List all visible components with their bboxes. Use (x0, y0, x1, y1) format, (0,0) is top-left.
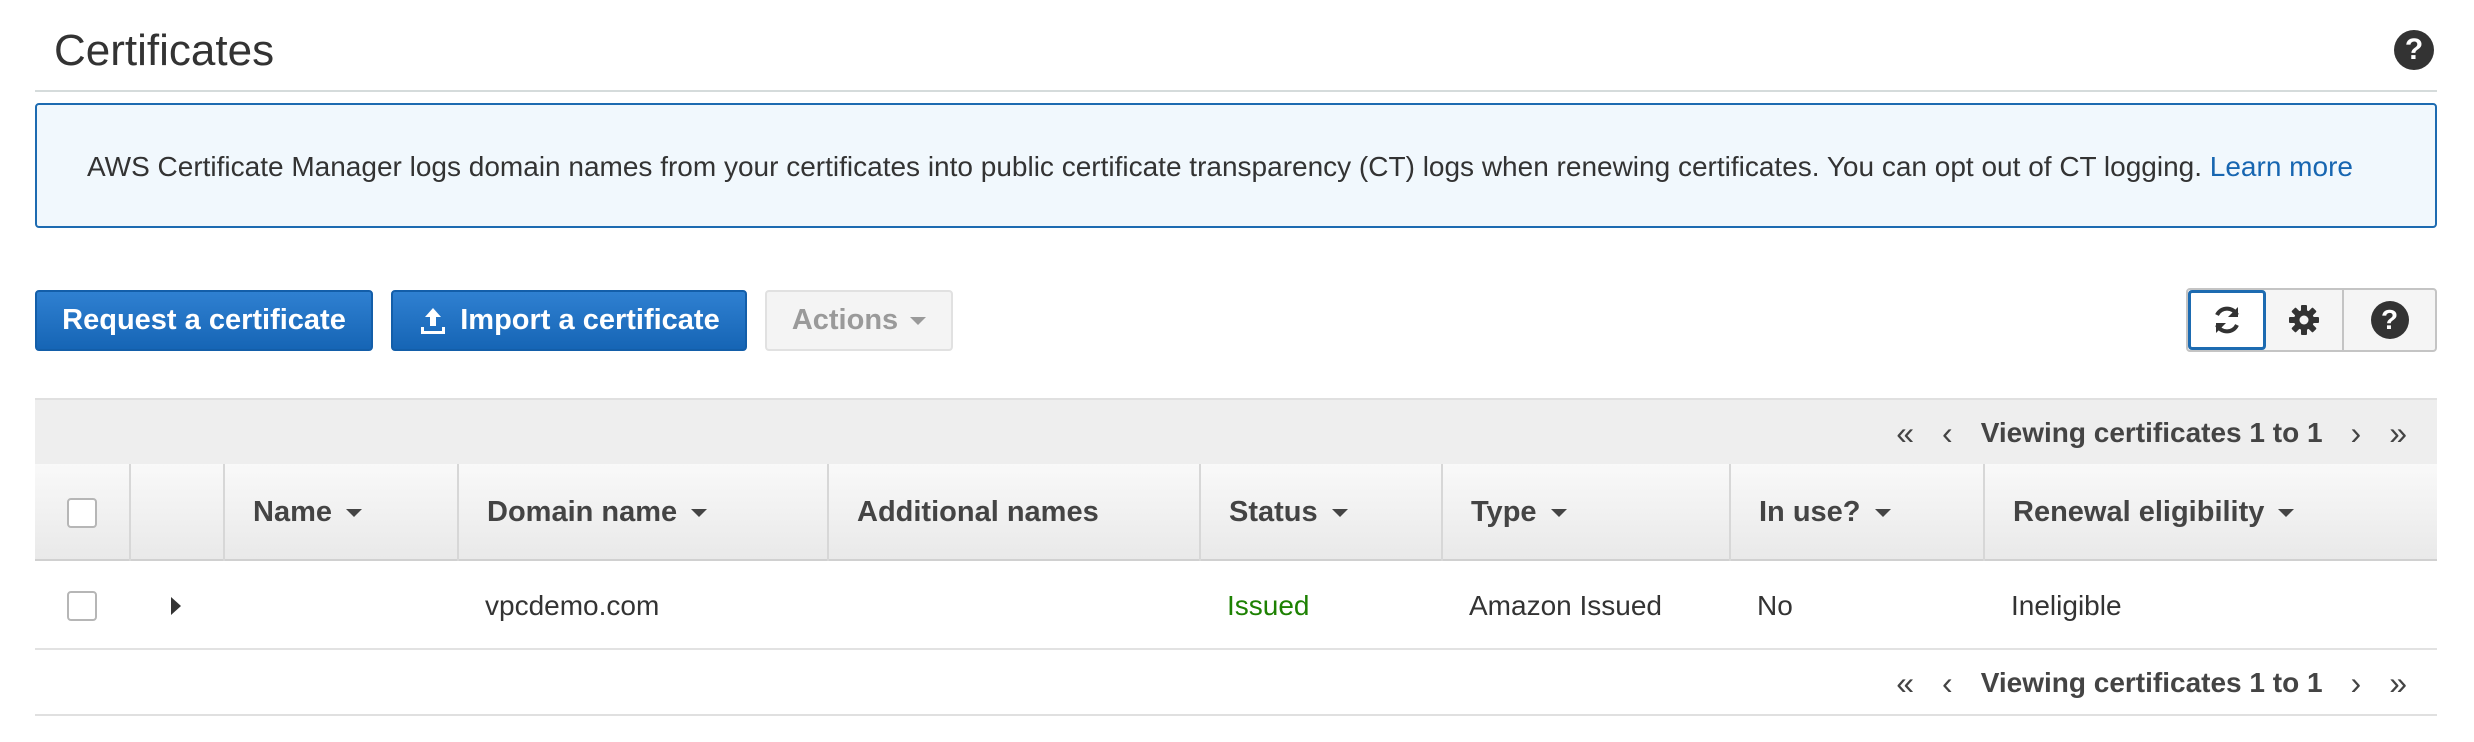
viewing-range: Viewing certificates 1 to 1 (1980, 667, 2323, 698)
column-label: Name (253, 496, 332, 528)
column-label: Additional names (857, 496, 1099, 528)
expand-row-icon[interactable] (171, 596, 181, 615)
column-domain-name[interactable]: Domain name (457, 464, 827, 561)
banner-message: AWS Certificate Manager logs domain name… (87, 151, 2353, 183)
first-page-icon[interactable]: « (1896, 415, 1914, 452)
column-label: In use? (1759, 496, 1861, 528)
column-label: Domain name (487, 496, 678, 528)
cell-additional-names (827, 561, 1199, 650)
actions-label: Actions (791, 304, 899, 336)
column-additional-names: Additional names (827, 464, 1199, 561)
request-certificate-label: Request a certificate (62, 304, 346, 336)
column-name[interactable]: Name (223, 464, 457, 561)
help-icon[interactable]: ? (2394, 30, 2434, 70)
learn-more-link[interactable]: Learn more (2210, 151, 2353, 182)
caret-down-icon (910, 316, 927, 325)
cell-name (223, 561, 457, 650)
certificates-table: « ‹ Viewing certificates 1 to 1 › » Name… (35, 398, 2437, 716)
title-divider (35, 90, 2437, 92)
sort-caret-icon (1874, 508, 1891, 517)
refresh-button[interactable] (2188, 290, 2266, 350)
gear-icon (2289, 305, 2319, 335)
settings-button[interactable] (2266, 290, 2344, 350)
cell-status: Issued (1227, 589, 1310, 621)
info-banner: AWS Certificate Manager logs domain name… (35, 103, 2437, 228)
cell-domain-name: vpcdemo.com (485, 589, 660, 621)
next-page-icon[interactable]: › (2351, 665, 2362, 702)
column-renewal-eligibility[interactable]: Renewal eligibility (1983, 464, 2437, 561)
table-help-button[interactable]: ? (2344, 290, 2435, 350)
refresh-icon (2215, 306, 2239, 334)
first-page-icon[interactable]: « (1896, 665, 1914, 702)
sort-caret-icon (1550, 508, 1567, 517)
table-row[interactable]: vpcdemo.com Issued Amazon Issued No Inel… (35, 561, 2437, 650)
page-title: Certificates (54, 26, 275, 75)
cell-in-use: No (1757, 589, 1793, 621)
import-certificate-button[interactable]: Import a certificate (391, 290, 747, 351)
column-label: Type (1471, 496, 1537, 528)
column-label: Status (1229, 496, 1318, 528)
table-header: Name Domain name Additional names Status… (35, 464, 2437, 561)
cell-renewal-eligibility: Ineligible (2011, 589, 2122, 621)
table-tools: ? (2186, 288, 2437, 352)
banner-text: AWS Certificate Manager logs domain name… (87, 151, 2210, 182)
help-icon: ? (2370, 301, 2409, 339)
row-expand-cell (129, 561, 223, 650)
viewing-range: Viewing certificates 1 to 1 (1980, 417, 2323, 448)
request-certificate-button[interactable]: Request a certificate (35, 290, 373, 351)
cell-type: Amazon Issued (1469, 589, 1662, 621)
row-select-cell (35, 561, 129, 650)
prev-page-icon[interactable]: ‹ (1942, 665, 1953, 702)
pagination-top: « ‹ Viewing certificates 1 to 1 › » (35, 398, 2437, 464)
upload-icon (421, 307, 446, 334)
sort-caret-icon (2278, 508, 2295, 517)
column-status[interactable]: Status (1199, 464, 1441, 561)
row-checkbox[interactable] (67, 590, 97, 621)
actions-dropdown[interactable]: Actions (765, 290, 953, 351)
column-in-use[interactable]: In use? (1729, 464, 1983, 561)
next-page-icon[interactable]: › (2351, 415, 2362, 452)
last-page-icon[interactable]: » (2389, 415, 2407, 452)
pagination-bottom: « ‹ Viewing certificates 1 to 1 › » (35, 650, 2437, 716)
sort-caret-icon (691, 508, 708, 517)
sort-caret-icon (1331, 508, 1348, 517)
column-type[interactable]: Type (1441, 464, 1729, 561)
prev-page-icon[interactable]: ‹ (1942, 415, 1953, 452)
expand-column-header (129, 464, 223, 561)
sort-caret-icon (346, 508, 362, 517)
select-all-checkbox[interactable] (67, 497, 97, 528)
import-certificate-label: Import a certificate (460, 304, 720, 336)
select-all-cell (35, 464, 129, 561)
last-page-icon[interactable]: » (2389, 665, 2407, 702)
column-label: Renewal eligibility (2013, 496, 2265, 528)
